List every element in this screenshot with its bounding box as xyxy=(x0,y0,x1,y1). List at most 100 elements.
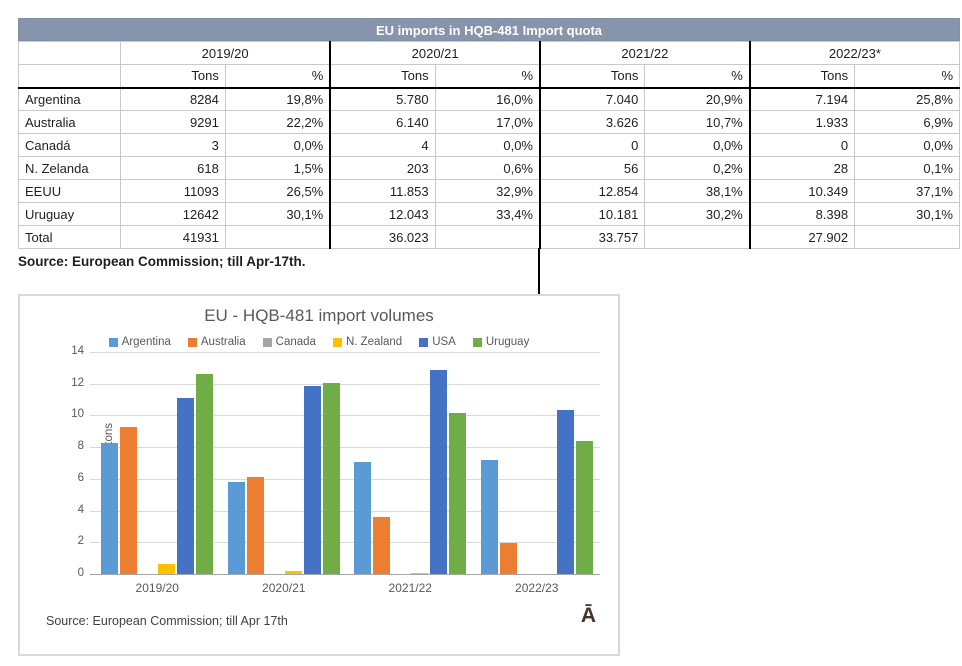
bar-usa-2019-20 xyxy=(177,398,194,574)
cell-n-zelanda-1[interactable]: 1,5% xyxy=(225,157,330,180)
year-header-2021-22[interactable]: 2021/22 xyxy=(540,42,750,65)
legend-swatch-uruguay xyxy=(473,338,482,347)
cell-eeuu-5[interactable]: 38,1% xyxy=(645,180,750,203)
cell-canad-2[interactable]: 4 xyxy=(330,134,435,157)
table-row-australia: Australia929122,2%6.14017,0%3.62610,7%1.… xyxy=(19,111,960,134)
cell-total-1[interactable] xyxy=(225,226,330,249)
cell-uruguay-6[interactable]: 8.398 xyxy=(750,203,855,226)
legend-label-australia: Australia xyxy=(201,336,246,348)
cell-argentina-0[interactable]: 8284 xyxy=(121,88,226,111)
cell-eeuu-6[interactable]: 10.349 xyxy=(750,180,855,203)
subheader-tons-2019-20[interactable]: Tons xyxy=(121,65,226,88)
bar-australia-2022-23 xyxy=(500,543,517,574)
cell-eeuu-0[interactable]: 11093 xyxy=(121,180,226,203)
cell-australia-3[interactable]: 17,0% xyxy=(435,111,540,134)
legend-label-canada: Canada xyxy=(276,336,316,348)
cell-australia-0[interactable]: 9291 xyxy=(121,111,226,134)
cell-argentina-4[interactable]: 7.040 xyxy=(540,88,645,111)
chart-card[interactable]: EU - HQB-481 import volumes ArgentinaAus… xyxy=(18,294,620,656)
subheader-tons-2021-22[interactable]: Tons xyxy=(540,65,645,88)
cell-total-4[interactable]: 33.757 xyxy=(540,226,645,249)
cell-canad-4[interactable]: 0 xyxy=(540,134,645,157)
row-label-total[interactable]: Total xyxy=(19,226,121,249)
bar-n-zealand-2019-20 xyxy=(158,564,175,574)
cell-eeuu-3[interactable]: 32,9% xyxy=(435,180,540,203)
bar-usa-2021-22 xyxy=(430,370,447,574)
cell-n-zelanda-4[interactable]: 56 xyxy=(540,157,645,180)
row-label-n-zelanda[interactable]: N. Zelanda xyxy=(19,157,121,180)
x-label-2022-23: 2022/23 xyxy=(474,581,601,595)
cell-argentina-1[interactable]: 19,8% xyxy=(225,88,330,111)
subheader-pct-2022-23[interactable]: % xyxy=(855,65,960,88)
x-label-2020-21: 2020/21 xyxy=(221,581,348,595)
bar-usa-2022-23 xyxy=(557,410,574,574)
cell-n-zelanda-7[interactable]: 0,1% xyxy=(855,157,960,180)
cell-total-2[interactable]: 36.023 xyxy=(330,226,435,249)
cell-argentina-3[interactable]: 16,0% xyxy=(435,88,540,111)
subheader-pct-2021-22[interactable]: % xyxy=(645,65,750,88)
cell-australia-6[interactable]: 1.933 xyxy=(750,111,855,134)
cell-uruguay-2[interactable]: 12.043 xyxy=(330,203,435,226)
row-label-canad[interactable]: Canadá xyxy=(19,134,121,157)
cell-total-7[interactable] xyxy=(855,226,960,249)
cell-total-5[interactable] xyxy=(645,226,750,249)
cell-n-zelanda-5[interactable]: 0,2% xyxy=(645,157,750,180)
cell-australia-1[interactable]: 22,2% xyxy=(225,111,330,134)
chart-legend: ArgentinaAustraliaCanadaN. ZealandUSAUru… xyxy=(20,336,618,348)
cell-n-zelanda-2[interactable]: 203 xyxy=(330,157,435,180)
row-label-argentina[interactable]: Argentina xyxy=(19,88,121,111)
cell-n-zelanda-3[interactable]: 0,6% xyxy=(435,157,540,180)
row-label-eeuu[interactable]: EEUU xyxy=(19,180,121,203)
corner-cell[interactable] xyxy=(19,42,121,65)
import-quota-table-container: EU imports in HQB-481 Import quota 2019/… xyxy=(18,18,960,269)
bar-argentina-2021-22 xyxy=(354,462,371,574)
table-row-eeuu: EEUU1109326,5%11.85332,9%12.85438,1%10.3… xyxy=(19,180,960,203)
cell-n-zelanda-6[interactable]: 28 xyxy=(750,157,855,180)
cell-canad-1[interactable]: 0,0% xyxy=(225,134,330,157)
legend-label-usa: USA xyxy=(432,336,456,348)
cell-uruguay-5[interactable]: 30,2% xyxy=(645,203,750,226)
cell-n-zelanda-0[interactable]: 618 xyxy=(121,157,226,180)
cell-uruguay-1[interactable]: 30,1% xyxy=(225,203,330,226)
cell-total-0[interactable]: 41931 xyxy=(121,226,226,249)
cell-canad-3[interactable]: 0,0% xyxy=(435,134,540,157)
cell-uruguay-4[interactable]: 10.181 xyxy=(540,203,645,226)
cell-canad-0[interactable]: 3 xyxy=(121,134,226,157)
cell-eeuu-1[interactable]: 26,5% xyxy=(225,180,330,203)
legend-swatch-canada xyxy=(263,338,272,347)
subheader-pct-2019-20[interactable]: % xyxy=(225,65,330,88)
empty-subheader-cell[interactable] xyxy=(19,65,121,88)
year-header-row: 2019/202020/212021/222022/23* xyxy=(19,42,960,65)
cell-total-3[interactable] xyxy=(435,226,540,249)
cell-eeuu-2[interactable]: 11.853 xyxy=(330,180,435,203)
cell-argentina-2[interactable]: 5.780 xyxy=(330,88,435,111)
cell-australia-4[interactable]: 3.626 xyxy=(540,111,645,134)
cell-canad-7[interactable]: 0,0% xyxy=(855,134,960,157)
subheader-pct-2020-21[interactable]: % xyxy=(435,65,540,88)
cell-argentina-6[interactable]: 7.194 xyxy=(750,88,855,111)
y-tick-4: 4 xyxy=(58,504,84,516)
cell-argentina-5[interactable]: 20,9% xyxy=(645,88,750,111)
cell-uruguay-3[interactable]: 33,4% xyxy=(435,203,540,226)
subheader-tons-2022-23[interactable]: Tons xyxy=(750,65,855,88)
cell-uruguay-7[interactable]: 30,1% xyxy=(855,203,960,226)
row-label-uruguay[interactable]: Uruguay xyxy=(19,203,121,226)
year-header-2022-23[interactable]: 2022/23* xyxy=(750,42,960,65)
cell-australia-7[interactable]: 6,9% xyxy=(855,111,960,134)
cell-australia-2[interactable]: 6.140 xyxy=(330,111,435,134)
cell-canad-6[interactable]: 0 xyxy=(750,134,855,157)
cell-australia-5[interactable]: 10,7% xyxy=(645,111,750,134)
column-separator-extension-line xyxy=(538,248,540,295)
cell-argentina-7[interactable]: 25,8% xyxy=(855,88,960,111)
cell-eeuu-4[interactable]: 12.854 xyxy=(540,180,645,203)
row-label-australia[interactable]: Australia xyxy=(19,111,121,134)
cell-canad-5[interactable]: 0,0% xyxy=(645,134,750,157)
cell-eeuu-7[interactable]: 37,1% xyxy=(855,180,960,203)
subheader-tons-2020-21[interactable]: Tons xyxy=(330,65,435,88)
year-header-2019-20[interactable]: 2019/20 xyxy=(121,42,331,65)
cell-total-6[interactable]: 27.902 xyxy=(750,226,855,249)
year-header-2020-21[interactable]: 2020/21 xyxy=(330,42,540,65)
chart-source-note: Source: European Commission; till Apr 17… xyxy=(46,614,288,628)
cell-uruguay-0[interactable]: 12642 xyxy=(121,203,226,226)
y-tick-10: 10 xyxy=(58,408,84,420)
